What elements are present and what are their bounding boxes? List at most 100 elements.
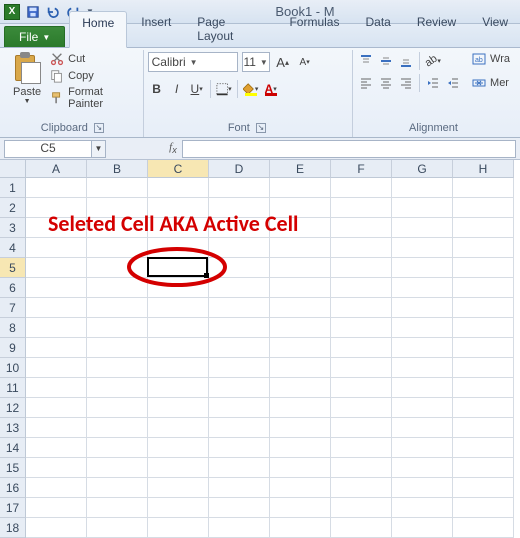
cell[interactable]: [392, 398, 453, 418]
cut-button[interactable]: Cut: [50, 52, 137, 66]
cell[interactable]: [331, 198, 392, 218]
column-header[interactable]: A: [26, 160, 87, 178]
formula-bar[interactable]: [182, 140, 516, 158]
cell[interactable]: [148, 438, 209, 458]
cell[interactable]: [87, 338, 148, 358]
cell[interactable]: [87, 298, 148, 318]
column-header[interactable]: F: [331, 160, 392, 178]
cell[interactable]: [331, 518, 392, 538]
cell[interactable]: [270, 378, 331, 398]
row-header[interactable]: 5: [0, 258, 26, 278]
cell[interactable]: [270, 358, 331, 378]
cell[interactable]: [270, 298, 331, 318]
cell[interactable]: [331, 178, 392, 198]
cell[interactable]: [209, 478, 270, 498]
cell[interactable]: [270, 278, 331, 298]
fx-icon[interactable]: fx: [164, 141, 182, 155]
cell[interactable]: [270, 238, 331, 258]
wrap-text-button[interactable]: ab Wra: [472, 52, 510, 66]
cell[interactable]: [26, 418, 87, 438]
cell[interactable]: [453, 298, 514, 318]
cell[interactable]: [392, 178, 453, 198]
cell[interactable]: [26, 258, 87, 278]
cell[interactable]: [26, 298, 87, 318]
row-header[interactable]: 4: [0, 238, 26, 258]
cell[interactable]: [392, 518, 453, 538]
cell[interactable]: [331, 298, 392, 318]
cell[interactable]: [331, 318, 392, 338]
tab-data[interactable]: Data: [353, 11, 402, 47]
cell[interactable]: [26, 358, 87, 378]
cell[interactable]: [392, 418, 453, 438]
decrease-indent-button[interactable]: [424, 74, 442, 92]
cell[interactable]: [148, 378, 209, 398]
column-header[interactable]: C: [148, 160, 209, 178]
cell[interactable]: [26, 478, 87, 498]
cell[interactable]: [331, 498, 392, 518]
cell[interactable]: [26, 278, 87, 298]
format-painter-button[interactable]: Format Painter: [50, 86, 137, 110]
increase-indent-button[interactable]: [444, 74, 462, 92]
cell[interactable]: [270, 438, 331, 458]
row-header[interactable]: 9: [0, 338, 26, 358]
cell[interactable]: [87, 498, 148, 518]
cell[interactable]: [453, 198, 514, 218]
cell[interactable]: [331, 418, 392, 438]
shrink-font-button[interactable]: A▾: [296, 53, 314, 71]
tab-review[interactable]: Review: [405, 11, 468, 47]
cell[interactable]: [453, 518, 514, 538]
font-color-button[interactable]: A▾: [262, 80, 280, 98]
cell[interactable]: [87, 518, 148, 538]
cell[interactable]: [331, 218, 392, 238]
tab-formulas[interactable]: Formulas: [277, 11, 351, 47]
align-top-button[interactable]: [357, 52, 375, 70]
cell[interactable]: [26, 398, 87, 418]
cell[interactable]: [270, 458, 331, 478]
cell[interactable]: [392, 378, 453, 398]
align-bottom-button[interactable]: [397, 52, 415, 70]
cell[interactable]: [453, 358, 514, 378]
align-center-button[interactable]: [377, 74, 395, 92]
tab-home[interactable]: Home: [69, 11, 127, 48]
spreadsheet-grid[interactable]: ABCDEFGH 123456789101112131415161718 Sel…: [0, 160, 520, 538]
cell[interactable]: [148, 418, 209, 438]
align-left-button[interactable]: [357, 74, 375, 92]
cell[interactable]: [270, 478, 331, 498]
cell[interactable]: [209, 498, 270, 518]
cell[interactable]: [331, 358, 392, 378]
grow-font-button[interactable]: A▴: [274, 53, 292, 71]
font-size-combo[interactable]: 11 ▼: [242, 52, 270, 72]
cell[interactable]: [392, 198, 453, 218]
column-header[interactable]: H: [453, 160, 514, 178]
cell[interactable]: [270, 258, 331, 278]
tab-view[interactable]: View: [470, 11, 520, 47]
cell[interactable]: [392, 278, 453, 298]
cell[interactable]: [453, 178, 514, 198]
cell[interactable]: [453, 258, 514, 278]
cell[interactable]: [209, 518, 270, 538]
cell[interactable]: [148, 398, 209, 418]
cell[interactable]: [209, 178, 270, 198]
cell[interactable]: [331, 378, 392, 398]
row-header[interactable]: 17: [0, 498, 26, 518]
cell[interactable]: [87, 358, 148, 378]
select-all-button[interactable]: [0, 160, 26, 178]
cell[interactable]: [148, 458, 209, 478]
cell[interactable]: [26, 498, 87, 518]
cell[interactable]: [26, 238, 87, 258]
cell[interactable]: [392, 258, 453, 278]
cell[interactable]: [331, 398, 392, 418]
column-header[interactable]: D: [209, 160, 270, 178]
cell[interactable]: [148, 478, 209, 498]
column-header[interactable]: B: [87, 160, 148, 178]
cell[interactable]: [87, 398, 148, 418]
row-header[interactable]: 14: [0, 438, 26, 458]
cell[interactable]: [331, 478, 392, 498]
dialog-launcher-icon[interactable]: ↘: [94, 123, 104, 133]
cell[interactable]: [331, 238, 392, 258]
cell[interactable]: [270, 178, 331, 198]
cell[interactable]: [87, 318, 148, 338]
file-tab[interactable]: File ▼: [4, 26, 65, 47]
cell[interactable]: [453, 418, 514, 438]
cell[interactable]: [26, 338, 87, 358]
